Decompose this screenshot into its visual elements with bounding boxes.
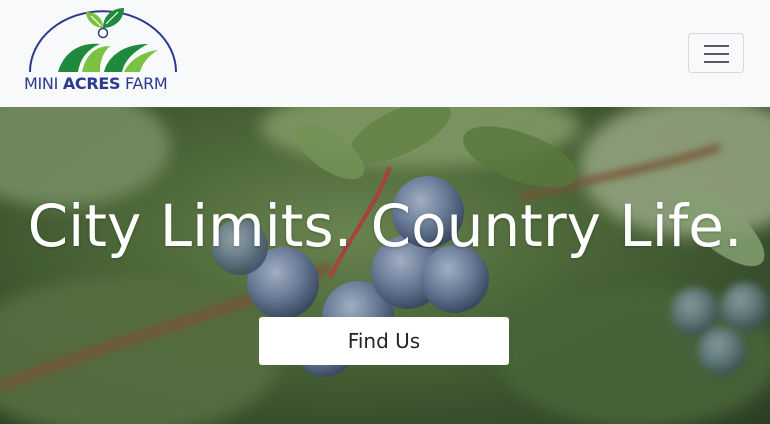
menu-toggle-button[interactable] [688,33,744,73]
brand-name: MINI ACRES FARM [24,74,168,93]
brand-logo[interactable]: MINI ACRES FARM [24,6,184,96]
find-us-button[interactable]: Find Us [259,317,509,365]
hamburger-icon [704,45,729,47]
farm-logo-icon [29,8,177,73]
navbar: MINI ACRES FARM [0,0,770,107]
hero-section: City Limits. Country Life. Find Us [0,107,770,424]
hero-headline: City Limits. Country Life. [27,192,743,260]
